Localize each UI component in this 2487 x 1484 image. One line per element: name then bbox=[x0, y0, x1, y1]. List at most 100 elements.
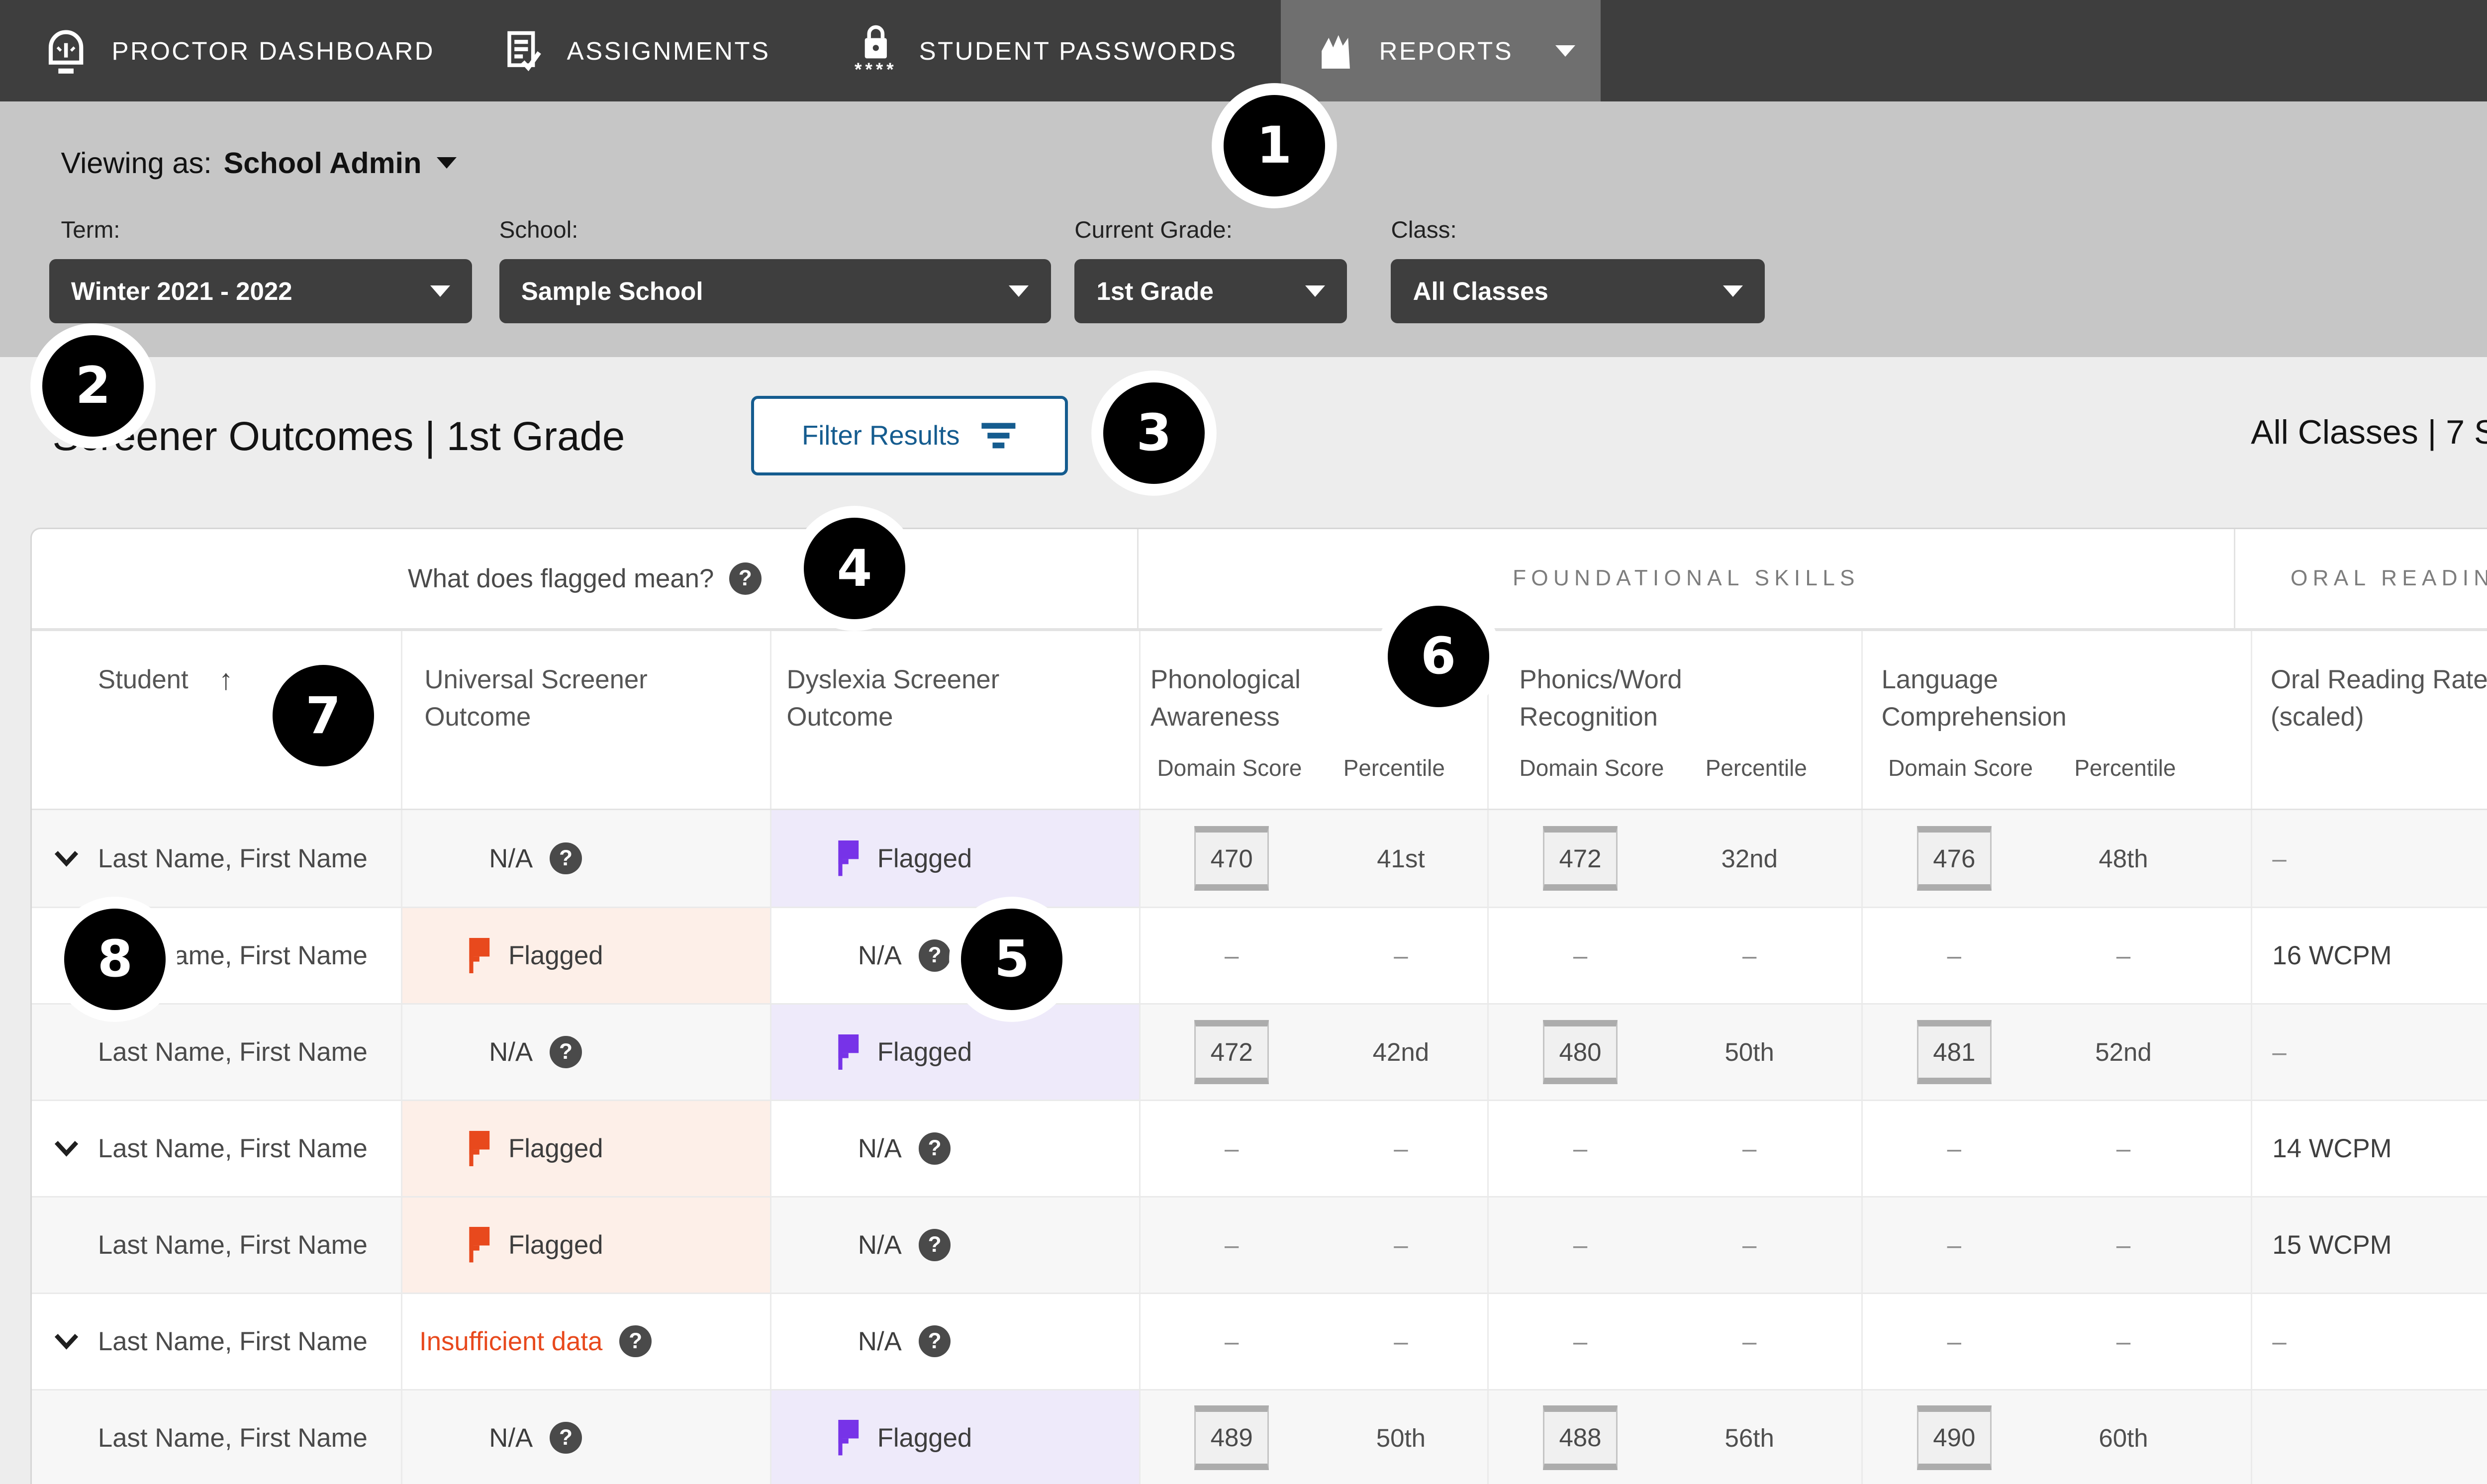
empty-value-dash: – bbox=[1947, 1327, 1961, 1356]
nav-item-proctor-dashboard[interactable]: PROCTOR DASHBOARD bbox=[42, 0, 435, 101]
expand-chevron-icon[interactable] bbox=[54, 850, 79, 867]
domain-score-area: – bbox=[1876, 1198, 2032, 1293]
domain-score-area: – bbox=[1154, 908, 1310, 1003]
flagged-label: Flagged bbox=[508, 1133, 603, 1164]
annotation-badge-3: 3 bbox=[1103, 382, 1205, 484]
class-label: Class: bbox=[1391, 216, 1765, 244]
chevron-down-icon bbox=[1723, 285, 1743, 297]
nav-item-student-passwords[interactable]: **** STUDENT PASSWORDS bbox=[855, 0, 1238, 101]
phonological-awareness-cell: 47041st bbox=[1141, 810, 1489, 907]
term-value: Winter 2021 - 2022 bbox=[71, 277, 292, 306]
percentile-area: – bbox=[1323, 908, 1479, 1003]
grade-select[interactable]: 1st Grade bbox=[1074, 259, 1347, 323]
na-label: N/A bbox=[858, 1326, 902, 1357]
viewing-as-dropdown[interactable]: Viewing as: School Admin bbox=[61, 146, 457, 180]
table-row[interactable]: Last Name, First NameFlaggedN/A?––––––14… bbox=[32, 1100, 2487, 1196]
class-select[interactable]: All Classes bbox=[1391, 259, 1765, 323]
domain-score-box: 481 bbox=[1917, 1020, 1992, 1084]
empty-value-dash: – bbox=[1394, 941, 1408, 970]
annotation-badge-4: 4 bbox=[804, 518, 905, 619]
language-comprehension-cell: 49060th bbox=[1863, 1391, 2252, 1484]
domain-score-area: 489 bbox=[1154, 1391, 1310, 1484]
help-icon[interactable]: ? bbox=[550, 842, 582, 875]
column-header-phonics-word-recognition: Phonics/Word Recognition Domain Score Pe… bbox=[1489, 631, 1863, 809]
dyslexia-outcome-cell: N/A? bbox=[771, 1101, 1141, 1196]
domain-score-area: – bbox=[1876, 1101, 2032, 1196]
domain-score-area: – bbox=[1876, 908, 2032, 1003]
empty-value-dash: – bbox=[1573, 941, 1587, 970]
empty-value-dash: – bbox=[1742, 1134, 1756, 1163]
domain-score-box: 489 bbox=[1194, 1405, 1269, 1470]
table-row[interactable]: Last Name, First NameInsufficient data?N… bbox=[32, 1293, 2487, 1389]
term-filter: Term: Winter 2021 - 2022 bbox=[49, 216, 473, 323]
dyslexia-outcome-cell: N/A? bbox=[771, 1198, 1141, 1293]
domain-score-box: 488 bbox=[1543, 1405, 1618, 1470]
help-icon[interactable]: ? bbox=[619, 1325, 652, 1358]
language-comprehension-cell: 47648th bbox=[1863, 810, 2252, 907]
percentile-area: – bbox=[2046, 1101, 2201, 1196]
table-header-row: Student ↑ Universal Screener Outcome Dys… bbox=[32, 631, 2487, 811]
phonics-word-recognition-cell: –– bbox=[1489, 1101, 1863, 1196]
percentile-area: 50th bbox=[1672, 1005, 1827, 1100]
flagged-label: Flagged bbox=[508, 940, 603, 971]
domain-score-area: 480 bbox=[1503, 1005, 1658, 1100]
viewing-as-label: Viewing as: bbox=[61, 146, 211, 180]
phonological-awareness-cell: 489 50th bbox=[1141, 1391, 1489, 1484]
domain-score-area: – bbox=[1876, 1294, 2032, 1389]
empty-value-dash: – bbox=[1947, 1230, 1961, 1260]
student-name: Last Name, First Name bbox=[98, 1133, 368, 1164]
table-row[interactable]: Last Name, First NameN/A?Flagged47041st4… bbox=[32, 810, 2487, 907]
domain-score-box: 476 bbox=[1917, 826, 1992, 890]
expand-chevron-icon[interactable] bbox=[54, 1140, 79, 1157]
domain-score-subheader: Domain Score bbox=[1888, 749, 2033, 787]
empty-value-dash: – bbox=[2116, 1327, 2130, 1356]
expand-chevron-icon[interactable] bbox=[54, 1333, 79, 1350]
student-name: Last Name, First Name bbox=[98, 843, 368, 874]
table-row[interactable]: Last Name, First NameN/A?Flagged47242nd4… bbox=[32, 1003, 2487, 1100]
oral-reading-rate-cell: – bbox=[2252, 1005, 2487, 1100]
school-select[interactable]: Sample School bbox=[499, 259, 1051, 323]
student-name: Last Name, First Name bbox=[98, 1326, 368, 1357]
help-icon[interactable]: ? bbox=[919, 1132, 951, 1165]
percentile-area: 50th bbox=[1323, 1391, 1479, 1484]
percentile-area: – bbox=[1323, 1294, 1479, 1389]
nav-item-reports[interactable]: REPORTS bbox=[1281, 0, 1601, 101]
nav-label-assignments: ASSIGNMENTS bbox=[567, 36, 770, 66]
nav-item-assignments[interactable]: ASSIGNMENTS bbox=[501, 0, 770, 101]
help-icon[interactable]: ? bbox=[550, 1036, 582, 1068]
percentile-area: – bbox=[2046, 908, 2201, 1003]
empty-value-dash: – bbox=[2116, 1230, 2130, 1260]
percentile-area: – bbox=[1672, 1101, 1827, 1196]
student-cell: Last Name, First Name bbox=[32, 1101, 402, 1196]
school-filter: School: Sample School bbox=[499, 216, 1051, 323]
phonics-word-recognition-cell: –– bbox=[1489, 908, 1863, 1003]
student-name: Last Name, First Name bbox=[98, 1423, 368, 1453]
lock-icon: **** bbox=[855, 23, 897, 79]
column-header-universal-screener: Universal Screener Outcome bbox=[402, 631, 771, 809]
table-row[interactable]: Last Name, First NameFlaggedN/A?––––––15… bbox=[32, 1196, 2487, 1293]
filter-results-button[interactable]: Filter Results bbox=[751, 396, 1067, 475]
table-group-header-row: What does flagged mean? ? FOUNDATIONAL S… bbox=[32, 529, 2487, 631]
password-stars-icon: **** bbox=[855, 60, 897, 79]
flag-icon bbox=[837, 1420, 861, 1455]
table-row[interactable]: Last Name, First NameN/A?Flagged48950th4… bbox=[32, 1389, 2487, 1484]
domain-score-area: 472 bbox=[1154, 1005, 1310, 1100]
phonics-word-recognition-cell: 48856th bbox=[1489, 1391, 1863, 1484]
table-row[interactable]: Last Name, First NameFlaggedN/A?––––––16… bbox=[32, 907, 2487, 1003]
na-label: N/A bbox=[489, 1037, 533, 1067]
annotation-badge-6: 6 bbox=[1388, 606, 1489, 707]
percentile-area: 41st bbox=[1323, 810, 1479, 907]
percentile-area: – bbox=[2046, 1294, 2201, 1389]
flag-icon bbox=[468, 1227, 491, 1262]
help-icon[interactable]: ? bbox=[919, 939, 951, 972]
help-icon[interactable]: ? bbox=[919, 1325, 951, 1358]
class-filter: Class: All Classes bbox=[1391, 216, 1765, 323]
help-icon[interactable]: ? bbox=[550, 1422, 582, 1454]
filter-results-label: Filter Results bbox=[802, 420, 960, 451]
column-header-dyslexia-screener: Dyslexia Screener Outcome bbox=[771, 631, 1141, 809]
annotation-badge-7: 7 bbox=[273, 665, 374, 766]
help-icon[interactable]: ? bbox=[919, 1229, 951, 1261]
help-icon[interactable]: ? bbox=[729, 562, 762, 595]
domain-score-area: 488 bbox=[1503, 1391, 1658, 1484]
term-select[interactable]: Winter 2021 - 2022 bbox=[49, 259, 473, 323]
